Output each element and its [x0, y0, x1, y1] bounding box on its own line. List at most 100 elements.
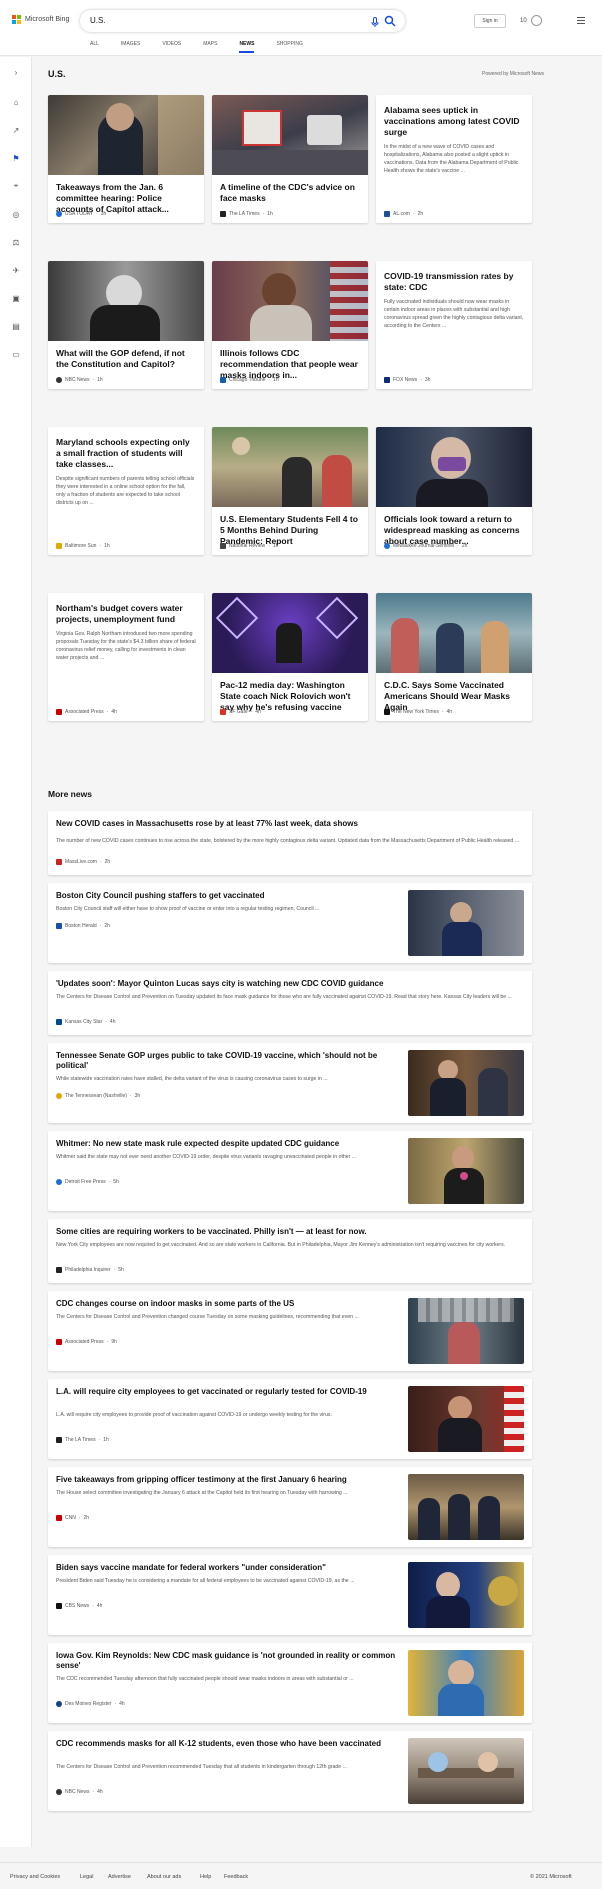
news-card[interactable]: What will the GOP defend, if not the Con… [48, 261, 204, 389]
news-card[interactable]: Officials look toward a return to widesp… [376, 427, 532, 555]
item-title[interactable]: Five takeaways from gripping officer tes… [56, 1475, 396, 1485]
news-card[interactable]: Maryland schools expecting only a small … [48, 427, 204, 555]
card-title[interactable]: U.S. Elementary Students Fell 4 to 5 Mon… [212, 507, 368, 547]
card-title[interactable]: What will the GOP defend, if not the Con… [48, 341, 204, 370]
news-image [212, 427, 368, 507]
source-logo-icon [220, 211, 226, 217]
card-title[interactable]: Maryland schools expecting only a small … [48, 427, 204, 470]
bing-logo[interactable]: Microsoft Bing [12, 15, 69, 24]
news-list-item[interactable]: Whitmer: No new state mask rule expected… [48, 1131, 532, 1211]
location-icon[interactable]: ⌖ [11, 181, 21, 191]
card-time: 2h [461, 543, 468, 549]
globe-icon[interactable]: ◎ [11, 209, 21, 219]
news-card[interactable]: Illinois follows CDC recommendation that… [212, 261, 368, 389]
item-title[interactable]: Boston City Council pushing staffers to … [56, 891, 396, 901]
rewards-button[interactable]: 10 [520, 15, 542, 26]
item-title[interactable]: CDC recommends masks for all K-12 studen… [56, 1739, 396, 1749]
item-thumbnail [408, 1298, 524, 1364]
card-title[interactable]: Officials look toward a return to widesp… [376, 507, 532, 547]
tab-all[interactable]: ALL [90, 41, 99, 53]
card-title[interactable]: Alabama sees uptick in vaccinations amon… [376, 95, 532, 138]
film-icon[interactable]: ▣ [11, 293, 21, 303]
item-source: Associated Press [65, 1339, 104, 1345]
card-title[interactable]: Pac-12 media day: Washington State coach… [212, 673, 368, 713]
news-list-item[interactable]: L.A. will require city employees to get … [48, 1379, 532, 1459]
news-card[interactable]: COVID-19 transmission rates by state: CD… [376, 261, 532, 389]
card-source: The New York Times [393, 709, 439, 715]
source-logo-icon [384, 211, 390, 217]
news-list-item[interactable]: CDC recommends masks for all K-12 studen… [48, 1731, 532, 1811]
trending-icon[interactable]: ↗ [11, 125, 21, 135]
search-icon[interactable] [384, 14, 396, 32]
menu-icon[interactable] [577, 17, 585, 26]
item-title[interactable]: Whitmer: No new state mask rule expected… [56, 1139, 396, 1149]
search-input[interactable]: U.S. [90, 16, 106, 25]
news-card[interactable]: Northam's budget covers water projects, … [48, 593, 204, 721]
tab-maps[interactable]: MAPS [203, 41, 217, 53]
tab-news[interactable]: NEWS [239, 41, 255, 53]
item-thumbnail [408, 1050, 524, 1116]
item-title[interactable]: Some cities are requiring workers to be … [56, 1227, 516, 1237]
search-box[interactable]: U.S. [80, 10, 405, 32]
item-source: CNN [65, 1515, 76, 1521]
rocket-icon[interactable]: ✈ [11, 265, 21, 275]
item-source: Kansas City Star [65, 1019, 103, 1025]
tab-images[interactable]: IMAGES [121, 41, 140, 53]
news-list-item[interactable]: Five takeaways from gripping officer tes… [48, 1467, 532, 1547]
news-card[interactable]: A timeline of the CDC's advice on face m… [212, 95, 368, 223]
item-title[interactable]: 'Updates soon': Mayor Quinton Lucas says… [56, 979, 516, 989]
news-card[interactable]: U.S. Elementary Students Fell 4 to 5 Mon… [212, 427, 368, 555]
card-title[interactable]: A timeline of the CDC's advice on face m… [212, 175, 368, 204]
scales-icon[interactable]: ⚖ [11, 237, 21, 247]
news-list-item[interactable]: Boston City Council pushing staffers to … [48, 883, 532, 963]
footer-link-legal[interactable]: Legal [80, 1874, 93, 1880]
news-list-item[interactable]: Iowa Gov. Kim Reynolds: New CDC mask gui… [48, 1643, 532, 1723]
item-source: Philadelphia Inquirer [65, 1267, 111, 1273]
news-card[interactable]: C.D.C. Says Some Vaccinated Americans Sh… [376, 593, 532, 721]
card-title[interactable]: Illinois follows CDC recommendation that… [212, 341, 368, 381]
footer-link-privacy[interactable]: Privacy and Cookies [10, 1874, 60, 1880]
source-logo-icon [56, 543, 62, 549]
card-title[interactable]: Takeaways from the Jan. 6 committee hear… [48, 175, 204, 215]
expand-icon[interactable]: › [11, 67, 21, 77]
news-list-item[interactable]: Tennessee Senate GOP urges public to tak… [48, 1043, 532, 1123]
tab-videos[interactable]: VIDEOS [162, 41, 181, 53]
news-list-item[interactable]: 'Updates soon': Mayor Quinton Lucas says… [48, 971, 532, 1035]
news-list-item[interactable]: Some cities are requiring workers to be … [48, 1219, 532, 1283]
news-list-item[interactable]: Biden says vaccine mandate for federal w… [48, 1555, 532, 1635]
footer-link-about-ads[interactable]: About our ads [147, 1874, 181, 1880]
item-snippet: The Centers for Disease Control and Prev… [56, 994, 512, 1000]
sign-in-button[interactable]: Sign in [474, 14, 506, 28]
source-logo-icon [220, 709, 226, 715]
card-source: Chicago Tribune [229, 377, 266, 383]
card-title[interactable]: COVID-19 transmission rates by state: CD… [376, 261, 532, 293]
item-title[interactable]: CDC changes course on indoor masks in so… [56, 1299, 396, 1309]
footer-link-advertise[interactable]: Advertise [108, 1874, 131, 1880]
building-icon[interactable]: ▤ [11, 321, 21, 331]
footer-link-help[interactable]: Help [200, 1874, 211, 1880]
news-card[interactable]: Pac-12 media day: Washington State coach… [212, 593, 368, 721]
item-time: 1h [103, 1437, 109, 1443]
item-title[interactable]: Iowa Gov. Kim Reynolds: New CDC mask gui… [56, 1651, 396, 1671]
item-source: Des Moines Register [65, 1701, 112, 1707]
item-title[interactable]: Tennessee Senate GOP urges public to tak… [56, 1051, 396, 1071]
news-list-item[interactable]: CDC changes course on indoor masks in so… [48, 1291, 532, 1371]
card-title[interactable]: Northam's budget covers water projects, … [48, 593, 204, 625]
footer-link-feedback[interactable]: Feedback [224, 1874, 248, 1880]
news-card[interactable]: Alabama sees uptick in vaccinations amon… [376, 95, 532, 223]
microphone-icon[interactable] [371, 15, 379, 33]
home-icon[interactable]: ⌂ [11, 97, 21, 107]
source-logo-icon [56, 1701, 62, 1707]
item-title[interactable]: L.A. will require city employees to get … [56, 1387, 396, 1397]
news-card[interactable]: Takeaways from the Jan. 6 committee hear… [48, 95, 204, 223]
item-snippet: President Biden said Tuesday he is consi… [56, 1578, 355, 1584]
news-list-item[interactable]: New COVID cases in Massachusetts rose by… [48, 811, 532, 875]
item-time: 4h [97, 1789, 103, 1795]
tab-shopping[interactable]: SHOPPING [276, 41, 302, 53]
card-title[interactable]: C.D.C. Says Some Vaccinated Americans Sh… [376, 673, 532, 713]
flag-icon[interactable]: ⚑ [11, 153, 21, 163]
money-icon[interactable]: ▭ [11, 349, 21, 359]
item-title[interactable]: Biden says vaccine mandate for federal w… [56, 1563, 396, 1573]
item-title[interactable]: New COVID cases in Massachusetts rose by… [56, 819, 516, 829]
source-logo-icon [56, 1093, 62, 1099]
